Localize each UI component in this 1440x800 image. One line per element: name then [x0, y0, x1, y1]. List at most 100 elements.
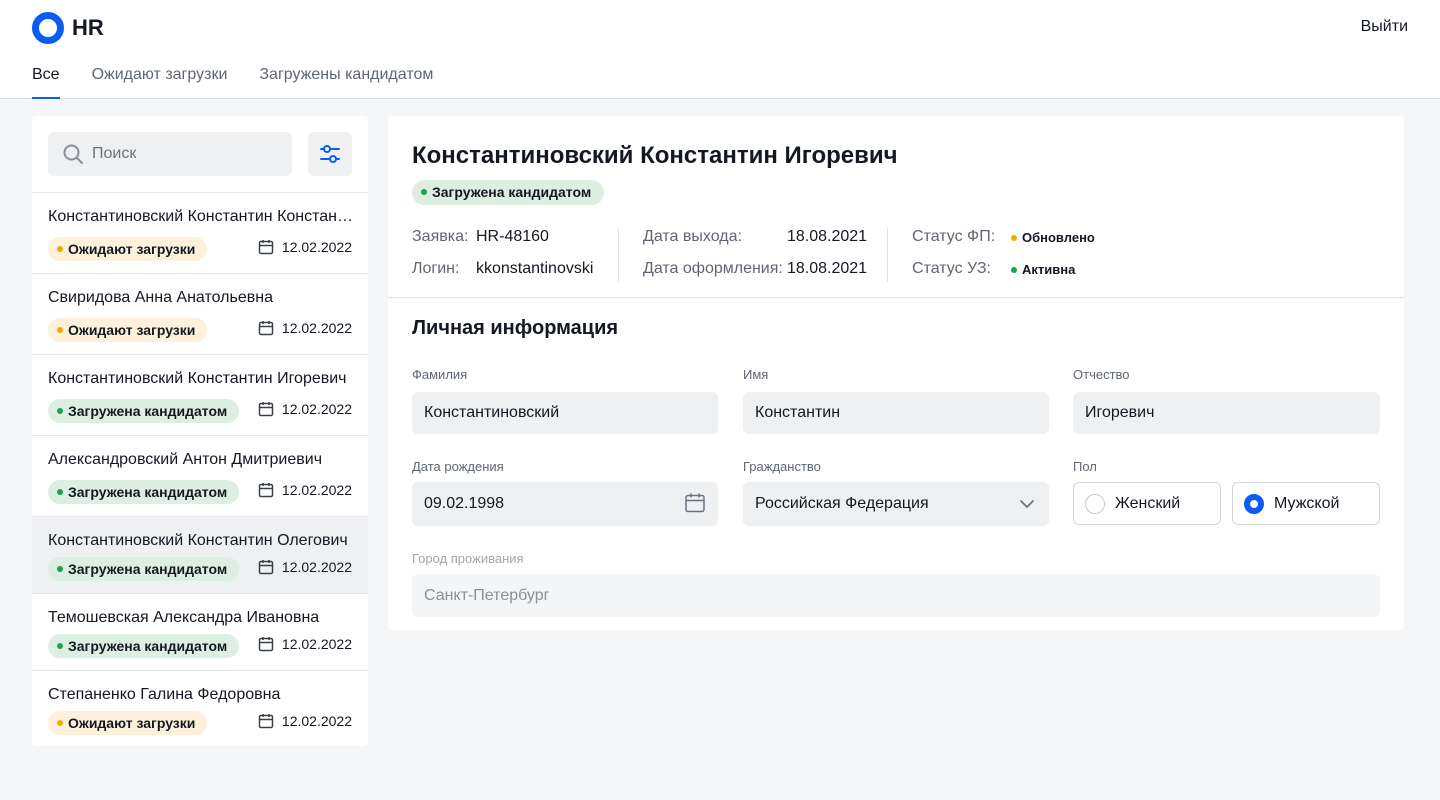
status-badge: Загружена кандидатом [48, 634, 240, 658]
calendar-icon [258, 321, 274, 336]
fp-status-value: Обновлено [1011, 230, 1095, 245]
candidate-name: Александровский Антон Дмитриевич [48, 451, 323, 468]
radio-checked-icon [1244, 493, 1264, 514]
app-logo[interactable]: HR [32, 12, 104, 44]
filter-sliders-icon [320, 145, 340, 163]
gender-label: Пол [1073, 459, 1097, 474]
status-badge: Ожидают загрузки [48, 318, 208, 342]
calendar-icon[interactable] [684, 492, 706, 514]
candidate-name: Константиновский Константин Константинов… [48, 208, 354, 225]
item-date-text: 12.02.2022 [281, 559, 352, 575]
list-item[interactable]: Свиридова Анна Анатольевна Ожидают загру… [32, 274, 368, 355]
fp-status-label: Статус ФП: [912, 228, 996, 245]
item-date: 12.02.2022 [258, 482, 352, 498]
status-badge: Загружена кандидатом [412, 180, 605, 205]
list-item[interactable]: Константиновский Константин Константинов… [32, 193, 368, 274]
tab-all[interactable]: Все [32, 66, 60, 99]
last-name-label: Фамилия [412, 367, 468, 382]
item-date-text: 12.02.2022 [281, 482, 352, 498]
item-date-text: 12.02.2022 [281, 713, 352, 729]
status-badge: Ожидают загрузки [48, 237, 208, 261]
tab-uploaded-by-candidate[interactable]: Загружены кандидатом [259, 66, 433, 99]
hire-date-value: 18.08.2021 [787, 260, 868, 277]
birth-date-field[interactable]: 09.02.1998 [412, 482, 718, 526]
item-date-text: 12.02.2022 [281, 636, 352, 652]
item-date: 12.02.2022 [258, 320, 352, 336]
hire-date-label: Дата оформления: [643, 260, 783, 277]
candidate-list-panel: Константиновский Константин Константинов… [32, 116, 368, 746]
start-date-value: 18.08.2021 [787, 228, 868, 245]
search-icon [63, 144, 83, 164]
list-item[interactable]: Константиновский Константин Игоревич Заг… [32, 355, 368, 436]
city-field: Санкт-Петербург [412, 574, 1380, 617]
item-date-text: 12.02.2022 [281, 401, 352, 417]
login-value: kkonstantinovski [476, 260, 594, 277]
meta-block-dates: Дата выхода: 18.08.2021 Дата оформления: 1… [643, 228, 867, 282]
logout-button[interactable]: Выйти [1361, 18, 1408, 36]
search-box[interactable] [48, 132, 292, 176]
section-divider [388, 297, 1404, 298]
candidate-name: Константиновский Константин Игоревич [48, 370, 347, 387]
list-item-selected[interactable]: Константиновский Константин Олегович Заг… [32, 517, 368, 594]
citizenship-value: Российская Федерация [755, 495, 929, 512]
item-date: 12.02.2022 [258, 713, 352, 729]
tab-awaiting-upload[interactable]: Ожидают загрузки [92, 66, 228, 99]
candidate-name: Темошевская Александра Ивановна [48, 609, 320, 626]
item-date-text: 12.02.2022 [281, 239, 352, 255]
calendar-icon [258, 560, 274, 575]
item-date: 12.02.2022 [258, 239, 352, 255]
citizenship-select[interactable]: Российская Федерация [743, 482, 1049, 526]
logo-ring-icon [32, 12, 64, 44]
status-badge: Ожидают загрузки [48, 711, 208, 735]
calendar-icon [258, 240, 274, 255]
list-item[interactable]: Темошевская Александра Ивановна Загружен… [32, 594, 368, 671]
gender-male-radio[interactable]: Мужской [1232, 482, 1380, 525]
candidate-name: Степаненко Галина Федоровна [48, 686, 281, 703]
request-value: HR-48160 [476, 228, 549, 245]
filter-button[interactable] [308, 132, 352, 176]
list-item[interactable]: Александровский Антон Дмитриевич Загруже… [32, 436, 368, 517]
calendar-icon [258, 402, 274, 417]
middle-name-field[interactable]: Игоревич [1073, 392, 1380, 434]
search-input[interactable] [92, 145, 282, 163]
candidate-detail-panel: Константиновский Константин Игоревич Заг… [388, 116, 1404, 630]
item-date: 12.02.2022 [258, 636, 352, 652]
birth-date-label: Дата рождения [412, 459, 504, 474]
item-date: 12.02.2022 [258, 401, 352, 417]
status-badge: Загружена кандидатом [48, 480, 240, 504]
meta-block-statuses: Статус ФП: Обновлено Статус УЗ: Активна [912, 228, 1095, 282]
middle-name-label: Отчество [1073, 367, 1130, 382]
uz-status-label: Статус УЗ: [912, 260, 991, 277]
status-badge: Загружена кандидатом [48, 557, 240, 581]
meta-divider [887, 228, 888, 282]
item-date: 12.02.2022 [258, 559, 352, 575]
item-date-text: 12.02.2022 [281, 320, 352, 336]
start-date-label: Дата выхода: [643, 228, 742, 245]
calendar-icon [258, 637, 274, 652]
logo-text: HR [72, 15, 104, 40]
birth-date-value: 09.02.1998 [424, 495, 505, 512]
citizenship-label: Гражданство [743, 459, 821, 474]
candidate-name: Свиридова Анна Анатольевна [48, 289, 273, 306]
candidate-name: Константиновский Константин Олегович [48, 532, 348, 549]
login-label: Логин: [412, 260, 460, 277]
list-item[interactable]: Степаненко Галина Федоровна Ожидают загр… [32, 671, 368, 746]
calendar-icon [258, 714, 274, 729]
first-name-field[interactable]: Константин [743, 392, 1049, 434]
last-name-field[interactable]: Константиновский [412, 392, 718, 434]
tab-bar: Все Ожидают загрузки Загружены кандидато… [32, 66, 465, 99]
uz-status-value: Активна [1011, 262, 1075, 277]
gender-male-label: Мужской [1274, 494, 1340, 512]
meta-divider [618, 228, 619, 282]
top-header: HR Выйти Все Ожидают загрузки Загружены … [0, 0, 1440, 99]
calendar-icon [258, 483, 274, 498]
gender-female-label: Женский [1115, 494, 1181, 512]
city-label: Город проживания [412, 551, 524, 566]
status-badge: Загружена кандидатом [48, 399, 240, 423]
section-title: Личная информация [412, 317, 619, 339]
gender-female-radio[interactable]: Женский [1073, 482, 1221, 525]
search-row [32, 116, 368, 193]
request-label: Заявка: [412, 228, 469, 245]
radio-unchecked-icon [1085, 493, 1105, 514]
meta-block-request: Заявка: HR-48160 Логин: kkonstantinovski [412, 228, 593, 282]
